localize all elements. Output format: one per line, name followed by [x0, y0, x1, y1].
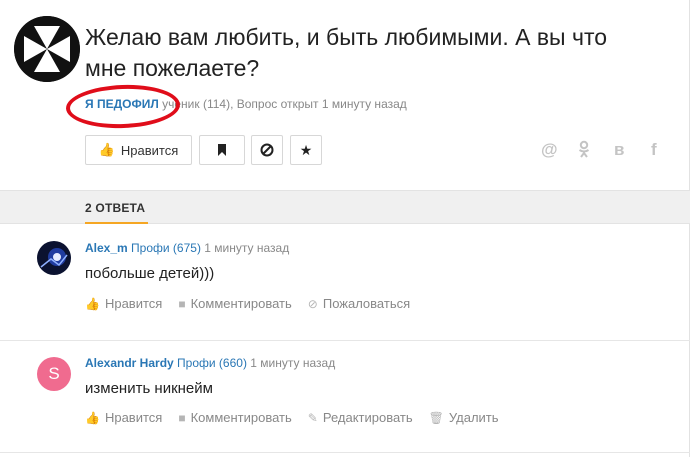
- answer-text: побольше детей))): [85, 265, 215, 282]
- answer-like-label: Нравится: [104, 296, 163, 311]
- answer-author-name[interactable]: Alex_m: [85, 241, 128, 255]
- answer-time: 1 минуту назад: [204, 241, 290, 255]
- question-meta-text: ученик (114), Вопрос открыт 1 минуту наз…: [162, 97, 407, 111]
- share-facebook-icon[interactable]: f: [651, 140, 657, 160]
- answer-text: изменить никнейм: [85, 380, 213, 397]
- question-title: Желаю вам любить, и быть любимыми. А вы …: [85, 24, 608, 81]
- report-icon: ⊘: [307, 296, 318, 311]
- trash-icon: 🗑: [428, 410, 444, 425]
- answer-like-label: Нравится: [104, 410, 163, 425]
- answer-delete-button[interactable]: 🗑 Удалить: [429, 410, 499, 425]
- question-page: Желаю вам любить, и быть любимыми. А вы …: [0, 0, 690, 457]
- answer-time: 1 минуту назад: [250, 356, 336, 370]
- answer-author-avatar[interactable]: S: [37, 357, 71, 391]
- like-button[interactable]: 👍 Нравится: [85, 135, 192, 165]
- answer-like-button[interactable]: 👍 Нравится: [85, 410, 162, 425]
- question-author-avatar[interactable]: [14, 16, 80, 82]
- answers-tab-bar: 2 ОТВЕТА: [0, 190, 690, 224]
- answer-actions: 👍 Нравится ■ Комментировать ⊘ Пожаловаться: [85, 296, 410, 311]
- answer-comment-label: Комментировать: [190, 296, 292, 311]
- answer-comment-button[interactable]: ■ Комментировать: [178, 296, 291, 311]
- answer-edit-label: Редактировать: [322, 410, 413, 425]
- answer-actions: 👍 Нравится ■ Комментировать ✎ Редактировать…: [85, 410, 499, 425]
- answer-author-rank[interactable]: Профи (675): [131, 241, 201, 255]
- block-icon: [260, 143, 274, 157]
- thumbs-up-icon: 👍: [85, 296, 100, 311]
- answer-author-rank[interactable]: Профи (660): [177, 356, 247, 370]
- answer-divider: [0, 340, 690, 341]
- favorite-button[interactable]: ★: [290, 135, 322, 165]
- block-button[interactable]: [251, 135, 283, 165]
- tab-active-indicator: [85, 222, 148, 224]
- cross-avatar-icon: [14, 16, 80, 82]
- pencil-icon: ✎: [307, 410, 318, 425]
- share-vk-icon[interactable]: в: [614, 140, 624, 160]
- bookmark-icon: [218, 144, 226, 156]
- comment-icon: ■: [178, 410, 186, 425]
- answer-report-label: Пожаловаться: [322, 296, 411, 311]
- answer-like-button[interactable]: 👍 Нравится: [85, 296, 162, 311]
- answer-delete-label: Удалить: [448, 410, 499, 425]
- answer-comment-label: Комментировать: [190, 410, 292, 425]
- answer-divider: [0, 452, 690, 453]
- answer-edit-button[interactable]: ✎ Редактировать: [308, 410, 413, 425]
- bookmark-button[interactable]: [199, 135, 245, 165]
- answer-header: Alex_m Профи (675) 1 минуту назад: [85, 241, 289, 255]
- share-odnoklassniki-icon[interactable]: [577, 140, 591, 163]
- tab-answers[interactable]: 2 ОТВЕТА: [85, 201, 145, 215]
- answer-author-avatar[interactable]: [37, 241, 71, 275]
- red-annotation-oval: [65, 83, 181, 130]
- share-email-icon[interactable]: @: [541, 140, 558, 160]
- answer-header: Alexandr Hardy Профи (660) 1 минуту наза…: [85, 356, 335, 370]
- answer-comment-button[interactable]: ■ Комментировать: [178, 410, 291, 425]
- like-button-label: Нравится: [120, 142, 179, 158]
- answer-author-name[interactable]: Alexandr Hardy: [85, 356, 174, 370]
- avatar-image-icon: [37, 241, 71, 275]
- comment-icon: ■: [178, 296, 186, 311]
- answer-report-button[interactable]: ⊘ Пожаловаться: [308, 296, 410, 311]
- thumbs-up-icon: 👍: [85, 410, 100, 425]
- star-icon: ★: [299, 141, 313, 158]
- thumbs-up-icon: 👍: [98, 142, 115, 157]
